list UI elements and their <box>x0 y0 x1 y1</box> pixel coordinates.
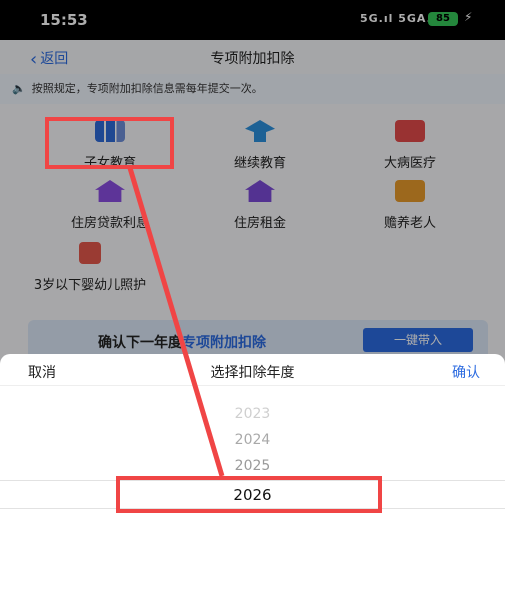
annotation-arrow-line <box>127 167 225 477</box>
annotation-arrow <box>127 167 225 477</box>
